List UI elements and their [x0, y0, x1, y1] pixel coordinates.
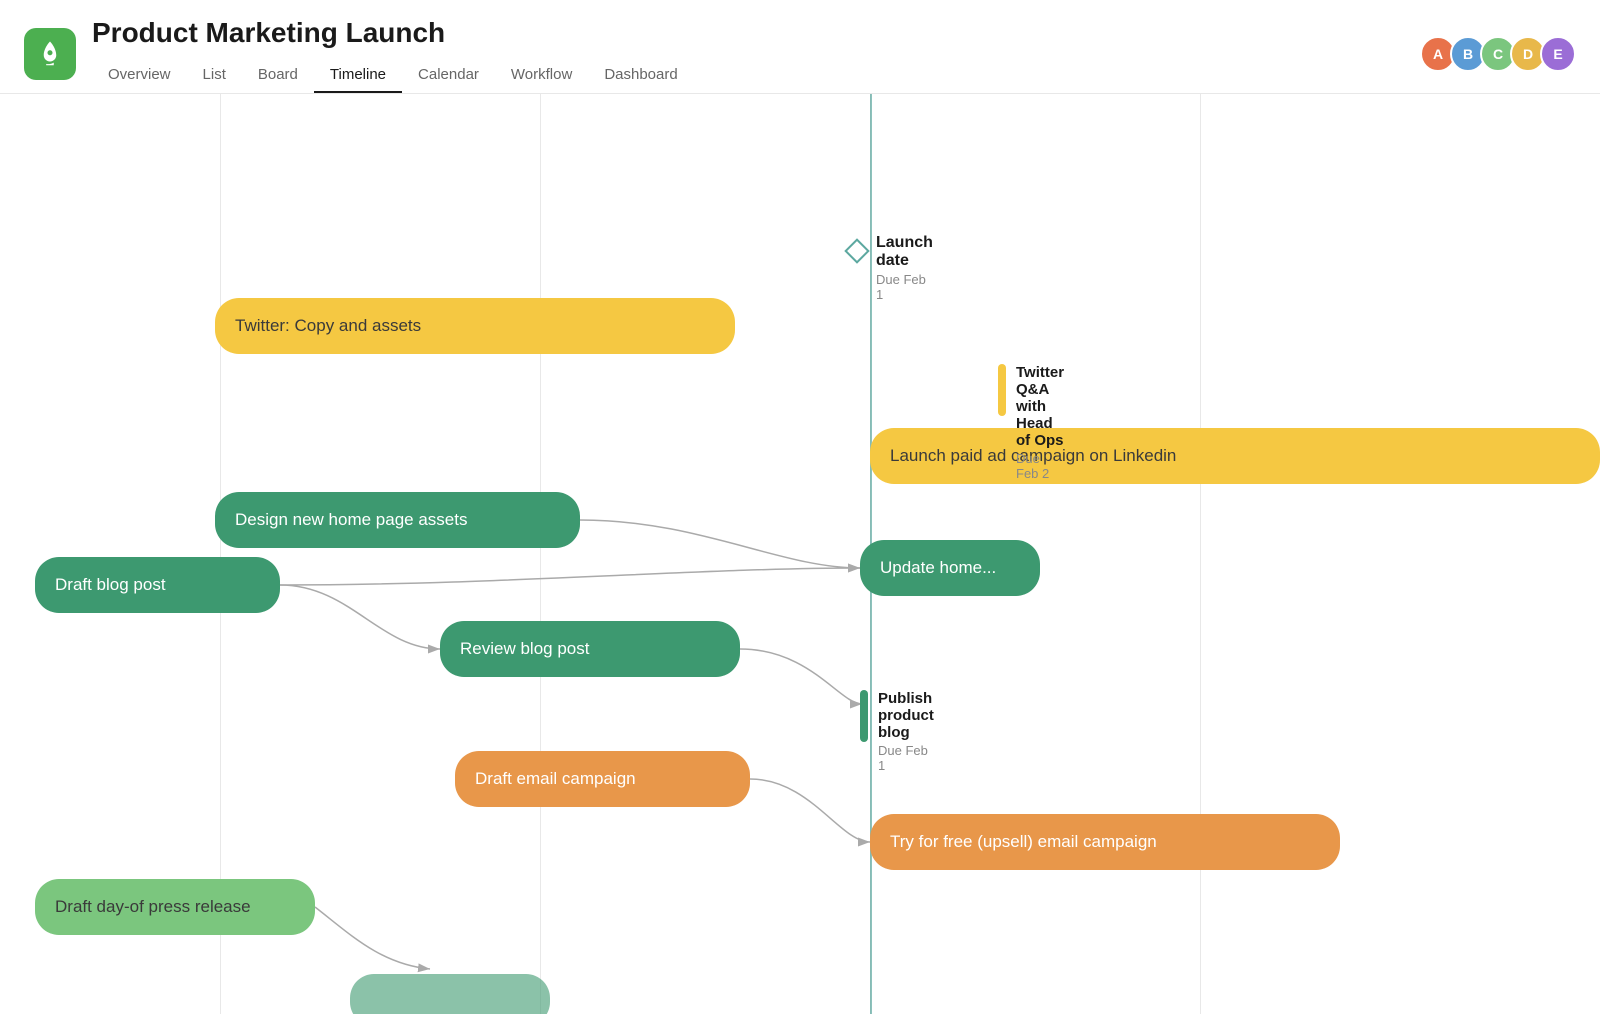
milestone-launch-date: Launch date Due Feb 1	[848, 242, 866, 260]
tab-overview[interactable]: Overview	[92, 58, 187, 93]
tab-list[interactable]: List	[187, 58, 242, 93]
task-twitter-copy[interactable]: Twitter: Copy and assets	[215, 298, 735, 354]
task-try-free[interactable]: Try for free (upsell) email campaign	[870, 814, 1340, 870]
task-launch-paid[interactable]: Launch paid ad campaign on Linkedin	[870, 428, 1600, 484]
publish-blog-bar	[860, 690, 868, 742]
task-draft-email[interactable]: Draft email campaign	[455, 751, 750, 807]
task-review-blog[interactable]: Review blog post	[440, 621, 740, 677]
milestone-diamond-launch	[844, 238, 869, 263]
project-title: Product Marketing Launch	[92, 16, 1420, 50]
header-avatars: A B C D E	[1420, 36, 1576, 72]
grid-line-4	[1200, 94, 1201, 1014]
timeline-area: Twitter: Copy and assets Launch paid ad …	[0, 94, 1600, 1014]
header: Product Marketing Launch Overview List B…	[0, 0, 1600, 94]
grid-line-2	[540, 94, 541, 1014]
publish-blog-label: Publish product blog Due Feb 1	[878, 690, 934, 773]
task-update-home[interactable]: Update home...	[860, 540, 1040, 596]
avatar-5: E	[1540, 36, 1576, 72]
task-design-home[interactable]: Design new home page assets	[215, 492, 580, 548]
tab-timeline[interactable]: Timeline	[314, 58, 402, 93]
milestone-publish-blog: Publish product blog Due Feb 1	[860, 690, 868, 742]
tab-calendar[interactable]: Calendar	[402, 58, 495, 93]
connections-svg	[0, 94, 1600, 1014]
tab-workflow[interactable]: Workflow	[495, 58, 588, 93]
task-draft-blog[interactable]: Draft blog post	[35, 557, 280, 613]
header-title-area: Product Marketing Launch Overview List B…	[92, 16, 1420, 93]
grid-line-1	[220, 94, 221, 1014]
nav-tabs: Overview List Board Timeline Calendar Wo…	[92, 58, 1420, 93]
milestone-launch-label: Launch date Due Feb 1	[876, 234, 933, 302]
tab-dashboard[interactable]: Dashboard	[588, 58, 693, 93]
rocket-icon	[35, 39, 65, 69]
task-draft-press[interactable]: Draft day-of press release	[35, 879, 315, 935]
tab-board[interactable]: Board	[242, 58, 314, 93]
mini-bar-twitter-qa-label: Twitter Q&A with Head of Ops Due Feb 2	[1016, 364, 1064, 481]
task-partial-bottom[interactable]	[350, 974, 550, 1014]
app-icon	[24, 28, 76, 80]
mini-bar-rect-twitter	[998, 364, 1006, 416]
mini-bar-twitter-qa: Twitter Q&A with Head of Ops Due Feb 2	[998, 364, 1006, 416]
